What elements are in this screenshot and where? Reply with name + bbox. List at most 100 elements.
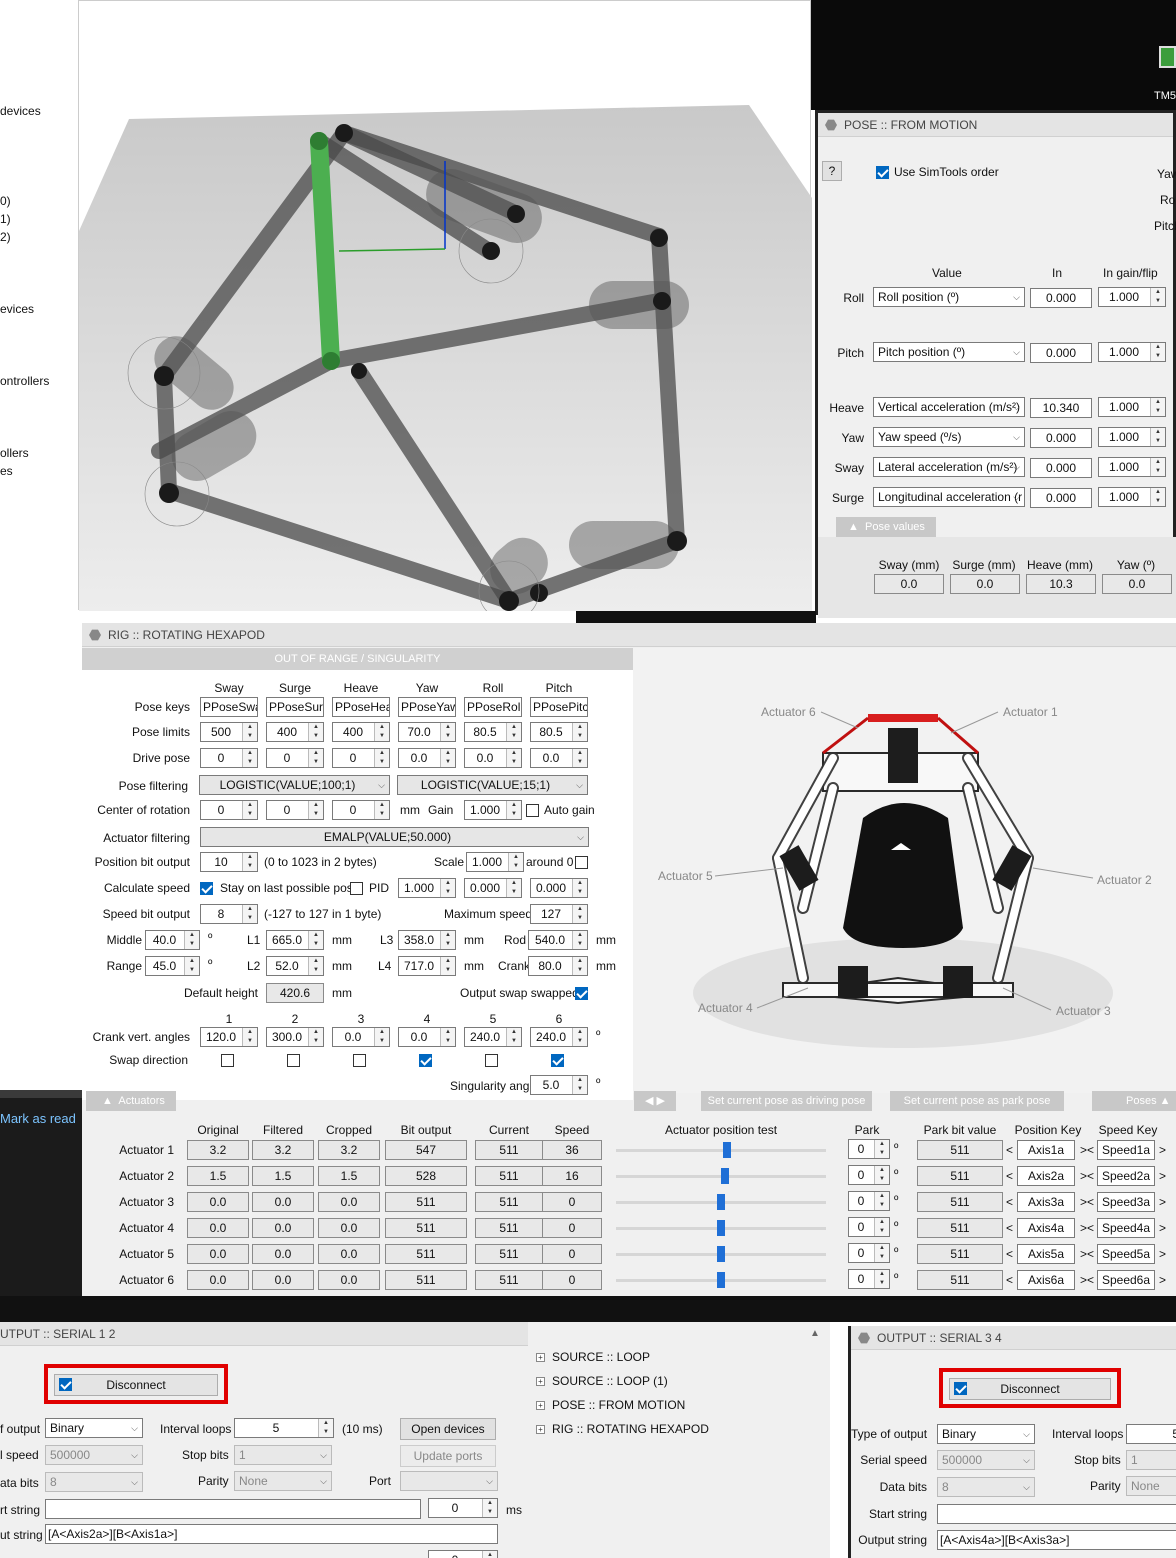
actuators-tab[interactable]: ▲ Actuators [86,1091,176,1111]
actuator-filtering-dropdown[interactable]: EMALP(VALUE;50.000) ⌵ [200,827,589,847]
position-key-input[interactable]: Axis4a [1017,1218,1075,1238]
sidebar-item[interactable]: 0) [0,194,11,208]
swap-direction-checkbox[interactable] [287,1054,300,1067]
sidebar-item[interactable]: ontrollers [0,374,49,388]
pid-stepper[interactable]: 0.000 ▲ ▼ [530,878,588,898]
pose-value-dropdown[interactable]: Roll position (º) ⌵ [873,287,1025,307]
actuator-position-slider[interactable] [616,1272,826,1288]
pid-checkbox[interactable] [350,882,363,895]
position-bit-output-stepper[interactable]: 10 ▲ ▼ [200,852,258,872]
position-key-input[interactable]: Axis6a [1017,1270,1075,1290]
actuator-position-slider[interactable] [616,1142,826,1158]
pid-stepper[interactable]: 0.000 ▲ ▼ [464,878,522,898]
stop-bits-dropdown[interactable]: 1 [1126,1450,1176,1470]
crank-angle-stepper[interactable]: 120.0 ▲ ▼ [200,1027,258,1047]
expand-icon[interactable]: + [536,1377,545,1386]
pose-key-input[interactable]: PPoseYaw [398,697,456,717]
actuator-position-slider[interactable] [616,1168,826,1184]
l2-stepper[interactable]: 52.0 ▲ ▼ [266,956,324,976]
update-ports-button[interactable]: Update ports [400,1445,496,1467]
disconnect-button[interactable]: Disconnect [54,1374,218,1396]
position-key-input[interactable]: Axis1a [1017,1140,1075,1160]
drive-pose-stepper[interactable]: 0 ▲ ▼ [266,748,324,768]
expand-icon[interactable]: + [536,1425,545,1434]
position-key-input[interactable]: Axis3a [1017,1192,1075,1212]
poses-tab[interactable]: Poses ▲ [1092,1091,1176,1111]
open-devices-button[interactable]: Open devices [400,1418,496,1440]
range-stepper[interactable]: 45.0 ▲ ▼ [145,956,200,976]
around-zero-checkbox[interactable] [575,856,588,869]
rig-3d-viewport[interactable] [78,0,814,622]
crank-angle-stepper[interactable]: 240.0 ▲ ▼ [464,1027,522,1047]
center-rotation-stepper[interactable]: 0 ▲ ▼ [200,800,258,820]
serial-speed-dropdown[interactable]: 500000 ⌵ [45,1445,143,1465]
pose-value-dropdown[interactable]: Yaw speed (º/s) ⌵ [873,427,1025,447]
serial-speed-dropdown[interactable]: 500000 ⌵ [937,1450,1035,1470]
park-stepper[interactable]: 0 ▲ ▼ [848,1243,890,1263]
auto-gain-checkbox[interactable] [526,804,539,817]
app-shortcut-icon[interactable] [1159,46,1176,68]
pose-limit-stepper[interactable]: 400 ▲ ▼ [332,722,390,742]
scale-stepper[interactable]: 1.000 ▲ ▼ [466,852,524,872]
pose-limit-stepper[interactable]: 400 ▲ ▼ [266,722,324,742]
crank-angle-stepper[interactable]: 300.0 ▲ ▼ [266,1027,324,1047]
slider-thumb[interactable] [717,1246,725,1262]
pose-gain-stepper[interactable]: 1.000 ▲ ▼ [1098,342,1166,362]
park-stepper[interactable]: 0 ▲ ▼ [848,1165,890,1185]
port-dropdown[interactable]: ⌵ [400,1471,498,1491]
speed-key-input[interactable]: Speed2a [1097,1166,1155,1186]
drive-pose-stepper[interactable]: 0 ▲ ▼ [332,748,390,768]
type-of-output-dropdown[interactable]: Binary ⌵ [937,1424,1035,1444]
tab-scroll-arrows[interactable]: ◀ ▶ [634,1091,676,1111]
slider-thumb[interactable] [723,1142,732,1158]
singularity-angle-stepper[interactable]: 5.0 ▲ ▼ [530,1075,588,1095]
crank-angle-stepper[interactable]: 240.0 ▲ ▼ [530,1027,588,1047]
interval-loops-stepper[interactable]: 5 ▲ ▼ [234,1418,334,1438]
actuator-position-slider[interactable] [616,1220,826,1236]
sidebar-item[interactable]: 2) [0,230,11,244]
parity-dropdown[interactable]: None [1126,1476,1176,1496]
type-of-output-dropdown[interactable]: Binary ⌵ [45,1418,143,1438]
bottom-stepper[interactable]: 0▲▼ [428,1550,498,1558]
pose-key-input[interactable]: PPoseSway [200,697,258,717]
slider-thumb[interactable] [717,1272,725,1288]
set-park-pose-button[interactable]: Set current pose as park pose [890,1091,1064,1111]
park-stepper[interactable]: 0 ▲ ▼ [848,1217,890,1237]
data-bits-dropdown[interactable]: 8 ⌵ [45,1472,143,1492]
pose-values-tab[interactable]: ▲ Pose values [836,517,936,537]
pose-value-dropdown[interactable]: Longitudinal acceleration (r ⌵ [873,487,1025,507]
drive-pose-stepper[interactable]: 0.0 ▲ ▼ [398,748,456,768]
actuator-position-slider[interactable] [616,1246,826,1262]
slider-thumb[interactable] [721,1168,730,1184]
tree-item[interactable]: POSE :: FROM MOTION [552,1398,685,1412]
max-speed-stepper[interactable]: 127 ▲ ▼ [530,904,588,924]
speed-key-input[interactable]: Speed6a [1097,1270,1155,1290]
pose-limit-stepper[interactable]: 70.0 ▲ ▼ [398,722,456,742]
tree-item[interactable]: RIG :: ROTATING HEXAPOD [552,1422,709,1436]
start-string-input[interactable] [937,1504,1176,1524]
l4-stepper[interactable]: 717.0 ▲ ▼ [398,956,456,976]
pose-value-dropdown[interactable]: Vertical acceleration (m/s²) ⌵ [873,397,1025,417]
sidebar-item[interactable]: evices [0,302,34,316]
position-key-input[interactable]: Axis5a [1017,1244,1075,1264]
calculate-speed-checkbox[interactable] [200,882,213,895]
l1-stepper[interactable]: 665.0 ▲ ▼ [266,930,324,950]
stop-bits-dropdown[interactable]: 1 ⌵ [234,1445,332,1465]
pose-value-dropdown[interactable]: Lateral acceleration (m/s²) ⌵ [873,457,1025,477]
tree-item[interactable]: SOURCE :: LOOP (1) [552,1374,668,1388]
swap-direction-checkbox[interactable] [551,1054,564,1067]
swap-direction-checkbox[interactable] [221,1054,234,1067]
interval-loops-stepper[interactable]: 5 [1126,1424,1176,1444]
pose-key-input[interactable]: PPoseSurge [266,697,324,717]
rod-stepper[interactable]: 540.0 ▲ ▼ [528,930,588,950]
sidebar-item[interactable]: devices [0,104,41,118]
slider-thumb[interactable] [717,1194,725,1210]
pid-stepper[interactable]: 1.000 ▲ ▼ [398,878,456,898]
output-string-input[interactable]: [A<Axis2a>][B<Axis1a>] [45,1524,498,1544]
pose-gain-stepper[interactable]: 1.000 ▲ ▼ [1098,287,1166,307]
use-simtools-checkbox[interactable] [876,166,889,179]
start-delay-stepper[interactable]: 0 ▲ ▼ [428,1498,498,1518]
pose-value-dropdown[interactable]: Pitch position (º) ⌵ [873,342,1025,362]
center-rotation-stepper[interactable]: 0 ▲ ▼ [332,800,390,820]
pose-gain-stepper[interactable]: 1.000 ▲ ▼ [1098,397,1166,417]
